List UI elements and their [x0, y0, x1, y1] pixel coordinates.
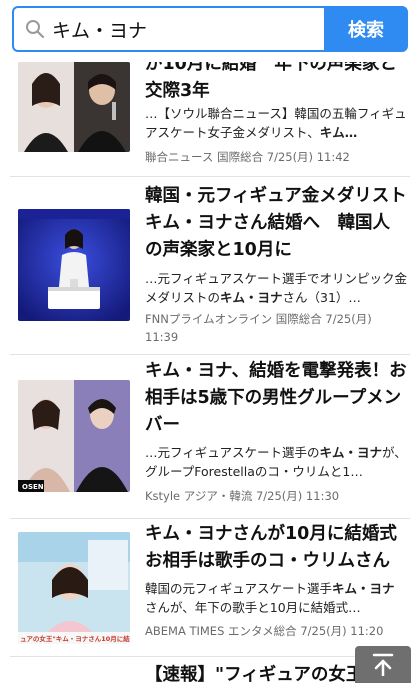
article-title[interactable]: 韓国・元フィギュア金メダリスト キム・ヨナさん結婚へ 韓国人の声楽家と10月に [145, 183, 407, 264]
article-title[interactable]: が10月に結婚 年下の声楽家と交際3年 [145, 62, 407, 105]
article-snippet: …【ソウル聯合ニュース】韓国の五輪フィギュアスケート女子金メダリスト、キム… [145, 106, 407, 140]
article-source: Kstyle [145, 489, 181, 503]
search-icon [18, 8, 52, 50]
article-source: FNNプライムオンライン [145, 312, 273, 326]
article-meta: ABEMA TIMES エンタメ総合 7/25(月) 11:20 [145, 622, 407, 640]
article-date: 7/25(月) 11:42 [266, 150, 350, 164]
article-snippet: …元フィギュアスケート選手でオリンピック金メダリストのキム・ヨナさん（31）… [145, 271, 407, 305]
thumb-caption: ュアの女王"キム・ヨナさん10月に結婚 [20, 634, 130, 643]
article-item[interactable]: OSEN キム・ヨナ、結婚を電撃発表！お相手は5歳下の男性グループメンバー …元… [0, 355, 420, 518]
article-thumbnail: OSEN [18, 380, 130, 492]
article-item[interactable]: 韓国・元フィギュア金メダリスト キム・ヨナさん結婚へ 韓国人の声楽家と10月に … [0, 177, 420, 353]
article-snippet: …元フィギュアスケート選手のキム・ヨナが、グループForestellaのコ・ウリ… [145, 445, 407, 479]
article-category: エンタメ総合 [228, 624, 297, 638]
search-box [12, 6, 324, 52]
article-snippet: 韓国の元フィギュアスケート選手キム・ヨナさんが、年下の歌手と10月に結婚式… [145, 581, 395, 615]
search-input[interactable] [52, 18, 312, 40]
article-meta: Kstyle アジア・韓流 7/25(月) 11:30 [145, 487, 407, 505]
article-date: 7/25(月) 11:20 [300, 624, 384, 638]
scroll-to-top-button[interactable] [355, 646, 411, 683]
article-category: 国際総合 [275, 312, 322, 326]
article-category: 国際総合 [217, 150, 264, 164]
article-title[interactable]: キム・ヨナ、結婚を電撃発表！お相手は5歳下の男性グループメンバー [145, 358, 407, 439]
search-bar: 検索 [0, 0, 420, 62]
article-title[interactable]: 【速報】"フィギュアの女王"キ [145, 662, 355, 683]
article-meta: FNNプライムオンライン 国際総合 7/25(月) 11:39 [145, 310, 407, 346]
article-date: 7/25(月) 11:30 [255, 489, 340, 503]
article-source: 聯合ニュース [145, 150, 214, 164]
article-thumbnail [18, 62, 130, 152]
scroll-to-top-icon [370, 652, 396, 680]
article-thumbnail [18, 209, 130, 321]
article-category: アジア・韓流 [183, 489, 253, 503]
article-title[interactable]: キム・ヨナさんが10月に結婚式 お相手は歌手のコ・ウリムさん [145, 521, 407, 575]
thumb-watermark: OSEN [22, 483, 44, 491]
article-thumbnail: ュアの女王"キム・ヨナさん10月に結婚 [18, 532, 130, 644]
search-button[interactable]: 検索 [324, 6, 408, 52]
search-results: が10月に結婚 年下の声楽家と交際3年 …【ソウル聯合ニュース】韓国の五輪フィギ… [0, 62, 420, 683]
article-item[interactable]: が10月に結婚 年下の声楽家と交際3年 …【ソウル聯合ニュース】韓国の五輪フィギ… [0, 62, 420, 175]
article-source: ABEMA TIMES [145, 624, 225, 638]
article-meta: 聯合ニュース 国際総合 7/25(月) 11:42 [145, 148, 407, 166]
article-item[interactable]: ュアの女王"キム・ヨナさん10月に結婚 キム・ヨナさんが10月に結婚式 お相手は… [0, 519, 420, 655]
